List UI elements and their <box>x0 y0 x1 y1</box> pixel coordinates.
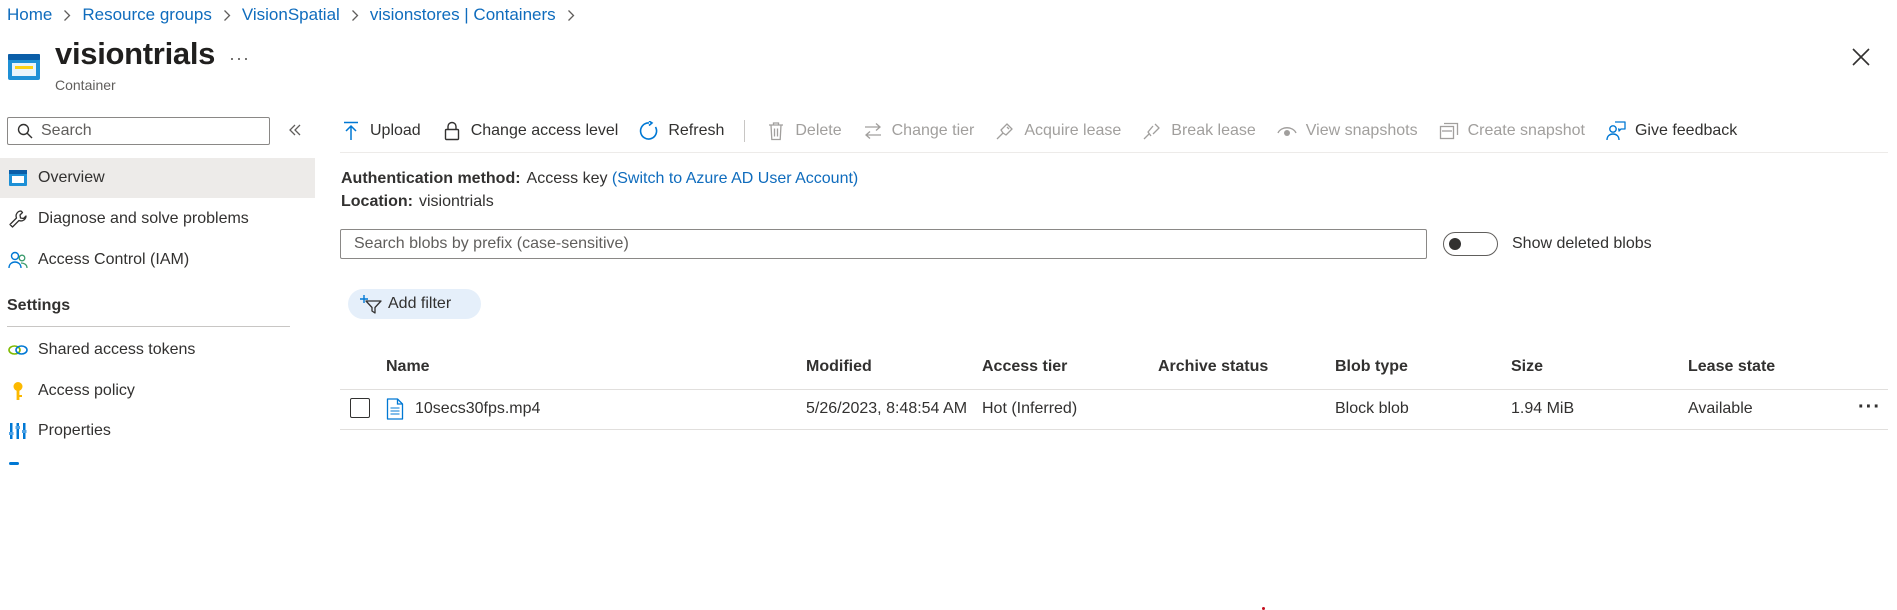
blob-modified: 5/26/2023, 8:48:54 AM <box>806 400 968 417</box>
upload-icon <box>340 120 362 142</box>
blob-search-box[interactable] <box>340 229 1427 259</box>
sidebar-item-shared-access-tokens[interactable]: Shared access tokens <box>0 330 315 370</box>
create-snapshot-button[interactable]: Create snapshot <box>1438 120 1585 142</box>
toolbar-divider-line <box>340 152 1888 153</box>
row-more-button[interactable]: ··· <box>1858 396 1881 419</box>
breadcrumb-containers[interactable]: visionstores | Containers <box>370 5 556 25</box>
sidebar-item-label: Diagnose and solve problems <box>38 210 249 227</box>
break-lease-icon <box>1141 120 1163 142</box>
column-header-modified[interactable]: Modified <box>806 358 872 376</box>
change-tier-button[interactable]: Change tier <box>862 120 974 142</box>
refresh-icon <box>638 120 660 142</box>
auth-method-label: Authentication method: <box>341 170 521 187</box>
chevron-right-icon <box>63 4 71 26</box>
sidebar-item-label: Properties <box>38 422 111 439</box>
sidebar-item-label: Shared access tokens <box>38 341 196 358</box>
breadcrumb-home[interactable]: Home <box>7 5 52 25</box>
more-actions-button[interactable]: ··· <box>229 48 250 69</box>
settings-section-title: Settings <box>7 297 71 314</box>
location-row: Location: visiontrials <box>341 193 494 211</box>
refresh-button[interactable]: Refresh <box>638 120 724 142</box>
sidebar-search-input[interactable] <box>39 121 263 141</box>
add-filter-button[interactable]: Add filter <box>348 289 481 319</box>
blob-access-tier: Hot (Inferred) <box>982 400 1078 417</box>
swap-icon <box>862 120 884 142</box>
close-icon[interactable] <box>1850 46 1872 68</box>
link-icon <box>7 339 29 361</box>
sidebar-scroll-hint <box>9 462 19 465</box>
key-icon <box>7 380 29 402</box>
blob-type: Block blob <box>1335 400 1409 417</box>
blob-size: 1.94 MiB <box>1511 400 1575 417</box>
toggle-knob <box>1449 238 1461 250</box>
show-deleted-label: Show deleted blobs <box>1512 235 1652 252</box>
page-title: visiontrials <box>55 36 216 71</box>
sidebar-item-label: Access Control (IAM) <box>38 251 190 268</box>
blob-lease-state: Available <box>1688 400 1753 417</box>
column-header-access-tier[interactable]: Access tier <box>982 358 1067 376</box>
chevron-right-icon <box>567 4 575 26</box>
breadcrumb-visionspatial[interactable]: VisionSpatial <box>242 5 340 25</box>
column-header-size[interactable]: Size <box>1511 358 1543 376</box>
location-value: visiontrials <box>419 193 494 210</box>
add-filter-icon <box>360 294 382 314</box>
trash-icon <box>765 120 787 142</box>
sidebar-item-properties[interactable]: Properties <box>0 411 315 451</box>
sidebar-item-label: Access policy <box>38 382 135 399</box>
wrench-icon <box>7 208 29 230</box>
sidebar-item-diagnose[interactable]: Diagnose and solve problems <box>0 199 315 239</box>
column-header-blob-type[interactable]: Blob type <box>1335 358 1408 376</box>
blob-name-link[interactable]: 10secs30fps.mp4 <box>415 400 540 418</box>
sidebar-item-access-policy[interactable]: Access policy <box>0 371 315 411</box>
people-icon <box>7 249 29 271</box>
toolbar-divider <box>744 120 746 142</box>
switch-auth-link[interactable]: (Switch to Azure AD User Account) <box>612 170 858 187</box>
chevron-right-icon <box>351 4 359 26</box>
column-header-name[interactable]: Name <box>386 358 430 376</box>
section-divider <box>7 326 290 327</box>
file-icon <box>386 398 404 420</box>
row-checkbox[interactable] <box>350 398 370 418</box>
eye-icon <box>1276 120 1298 142</box>
sidebar-search[interactable] <box>7 117 270 145</box>
sidebar-item-label: Overview <box>38 169 105 186</box>
table-header-divider <box>340 389 1888 390</box>
sidebar-item-iam[interactable]: Access Control (IAM) <box>0 240 315 280</box>
show-deleted-toggle[interactable] <box>1443 232 1498 256</box>
upload-button[interactable]: Upload <box>340 120 421 142</box>
blob-search-input[interactable] <box>352 234 1426 254</box>
auth-method-row: Authentication method: Access key (Switch… <box>341 170 858 188</box>
sidebar-item-overview[interactable]: Overview <box>0 158 315 198</box>
auth-method-value: Access key <box>526 170 608 187</box>
command-bar: Upload Change access level Refresh Delet… <box>340 116 1757 146</box>
lock-icon <box>441 120 463 142</box>
column-header-archive-status[interactable]: Archive status <box>1158 358 1268 376</box>
column-header-lease-state[interactable]: Lease state <box>1688 358 1775 376</box>
properties-icon <box>7 420 29 442</box>
collapse-sidebar-icon[interactable] <box>287 122 303 138</box>
search-icon <box>17 123 33 139</box>
delete-button[interactable]: Delete <box>765 120 842 142</box>
give-feedback-button[interactable]: Give feedback <box>1605 120 1737 142</box>
table-row-divider <box>340 429 1888 430</box>
chevron-right-icon <box>223 4 231 26</box>
break-lease-button[interactable]: Break lease <box>1141 120 1256 142</box>
location-label: Location: <box>341 193 413 210</box>
snapshot-icon <box>1438 120 1460 142</box>
acquire-lease-button[interactable]: Acquire lease <box>994 120 1121 142</box>
breadcrumb: Home Resource groups VisionSpatial visio… <box>7 4 586 26</box>
view-snapshots-button[interactable]: View snapshots <box>1276 120 1418 142</box>
change-access-level-button[interactable]: Change access level <box>441 120 618 142</box>
page-subtitle: Container <box>55 77 116 93</box>
container-icon <box>7 167 29 189</box>
acquire-lease-icon <box>994 120 1016 142</box>
container-icon <box>7 52 41 82</box>
feedback-icon <box>1605 120 1627 142</box>
breadcrumb-resource-groups[interactable]: Resource groups <box>82 5 211 25</box>
